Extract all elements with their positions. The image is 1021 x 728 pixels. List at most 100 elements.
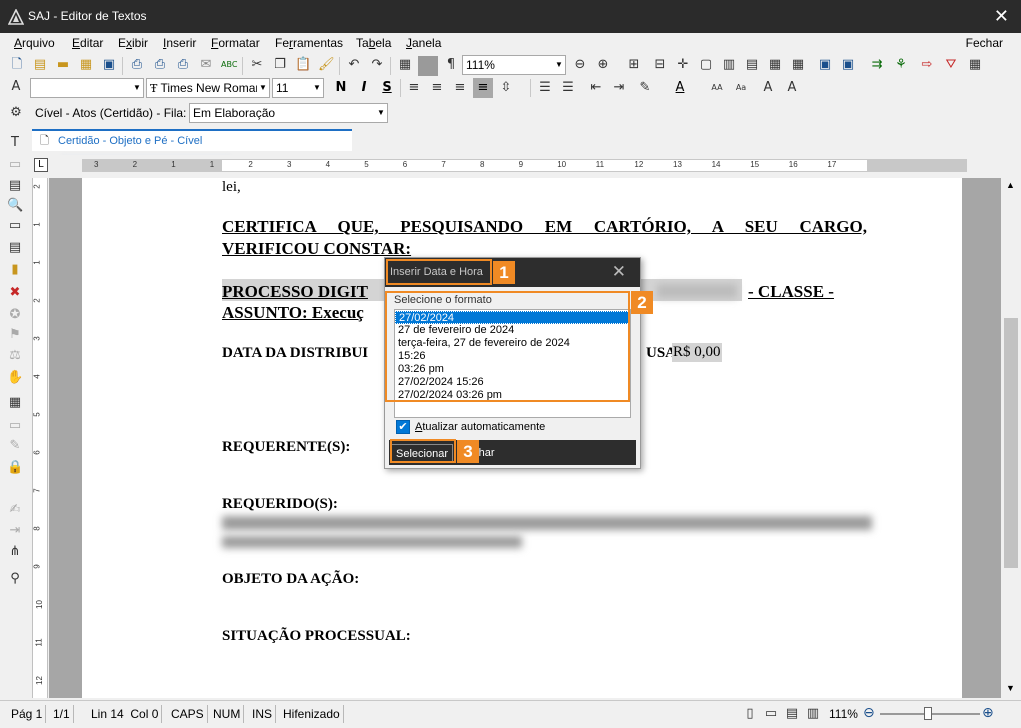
bold-button[interactable]: N — [333, 80, 349, 96]
menu-formatar[interactable]: Formatar — [211, 36, 260, 50]
tab-certidao[interactable]: 🗋 Certidão - Objeto e Pé - Cível — [32, 129, 352, 167]
print-icon[interactable]: ⎙ — [129, 57, 145, 73]
tab-stop-selector[interactable]: L — [34, 158, 48, 172]
remove-doc-icon[interactable]: ✖ — [7, 285, 23, 301]
zoom-in-status-icon[interactable]: ⊕ — [982, 704, 994, 721]
new-document-icon[interactable]: 🗋 — [9, 57, 25, 73]
dialog-close-icon[interactable]: ✕ — [612, 262, 626, 282]
menu-ferramentas[interactable]: Ferramentas — [275, 36, 343, 50]
print-setup-icon[interactable]: ⎙ — [175, 57, 191, 73]
fechar-menu[interactable]: Fechar — [966, 36, 1003, 50]
split-cells-icon[interactable]: ▤ — [744, 57, 760, 73]
calendar-icon[interactable]: ▦ — [7, 395, 23, 411]
lock-icon[interactable]: 🔒 — [7, 460, 23, 476]
save-icon[interactable]: ▣ — [101, 57, 117, 73]
send-icon[interactable]: ⇨ — [919, 57, 935, 73]
align-center-icon[interactable]: ≡ — [429, 80, 445, 96]
format-painter-icon[interactable]: 🖌 — [318, 57, 335, 73]
font-name-combo[interactable]: Ŧ Times New Romar ▼ — [146, 78, 270, 98]
merge-cells-icon[interactable]: ▥ — [721, 57, 737, 73]
frame-icon[interactable] — [418, 56, 438, 76]
replace-icon[interactable]: A — [784, 80, 800, 96]
auto-update-checkbox[interactable]: ✔ — [396, 420, 410, 434]
line-spacing-icon[interactable]: ⇳ — [498, 80, 514, 96]
view-twopage-icon[interactable]: ▭ — [763, 706, 779, 722]
zoom-out-icon[interactable]: ⊖ — [572, 57, 588, 73]
tag-icon[interactable]: ⚲ — [7, 571, 23, 587]
share-icon[interactable]: ⋔ — [7, 544, 23, 560]
zoom-out-status-icon[interactable]: ⊖ — [863, 704, 875, 721]
increase-indent-icon[interactable]: ⇥ — [611, 80, 627, 96]
zoom-slider-thumb[interactable] — [924, 707, 932, 720]
view-book-icon[interactable]: ▥ — [805, 706, 821, 722]
font-size-combo[interactable]: 11 ▼ — [272, 78, 324, 98]
align-right-icon[interactable]: ≡ — [452, 80, 468, 96]
menu-inserir[interactable]: Inserir — [163, 36, 196, 50]
form-icon[interactable]: ▤ — [7, 178, 23, 194]
cut-icon[interactable]: ✂ — [249, 57, 265, 73]
uppercase-icon[interactable]: AA — [709, 80, 725, 96]
highlight-icon[interactable]: ✎ — [637, 80, 653, 96]
layout-icon[interactable]: ▣ — [817, 57, 833, 73]
find-icon[interactable]: A — [760, 80, 776, 96]
menu-exibir[interactable]: Exibir — [118, 36, 148, 50]
email-icon[interactable]: ✉ — [198, 57, 214, 73]
view-page-icon[interactable]: ▯ — [742, 706, 758, 722]
layout-grid-icon[interactable]: ▣ — [840, 57, 856, 73]
styles-icon[interactable]: A — [8, 79, 24, 95]
table-borders-icon[interactable]: ▦ — [790, 57, 806, 73]
vertical-scrollbar[interactable]: ▲ ▼ — [1001, 178, 1021, 698]
align-left-icon[interactable]: ≡ — [406, 80, 422, 96]
scroll-down-icon[interactable]: ▼ — [1006, 683, 1015, 693]
paste-icon[interactable]: 📋 — [295, 57, 311, 73]
more-options-icon[interactable]: ▦ — [967, 57, 983, 73]
font-color-icon[interactable]: A — [672, 80, 688, 96]
menu-arquivo[interactable]: Arquivo — [14, 36, 55, 50]
cell-icon[interactable]: ▢ — [698, 57, 714, 73]
insert-row-icon[interactable]: ⊞ — [626, 57, 642, 73]
bookmark-icon[interactable]: ▮ — [7, 262, 23, 278]
doc-certifica-2: VERIFICOU CONSTAR: — [222, 239, 412, 258]
export-icon[interactable]: ⇉ — [869, 57, 885, 73]
table-icon[interactable]: ▦ — [397, 57, 413, 73]
decrease-indent-icon[interactable]: ⇤ — [588, 80, 604, 96]
lowercase-icon[interactable]: Aa — [733, 80, 749, 96]
folder-icon[interactable]: ▬ — [55, 57, 71, 73]
italic-button[interactable]: I — [356, 80, 372, 96]
underline-button[interactable]: S — [379, 80, 395, 96]
tree-icon[interactable]: ⚘ — [893, 57, 909, 73]
open-recent-icon[interactable]: ▦ — [78, 57, 94, 73]
list-doc-icon[interactable]: ▤ — [7, 240, 23, 256]
callout-highlight-title — [386, 259, 492, 285]
text-tool-icon[interactable]: T — [7, 135, 23, 151]
copy-icon[interactable]: ❐ — [272, 57, 288, 73]
fila-select[interactable]: Em Elaboração ▼ — [189, 103, 388, 123]
auto-update-label[interactable]: Atualizar automaticamente — [415, 421, 545, 433]
menu-tabela[interactable]: Tabela — [356, 36, 391, 50]
filter-icon[interactable]: ⛛ — [943, 57, 959, 73]
table-grid-icon[interactable]: ▦ — [767, 57, 783, 73]
pilcrow-icon[interactable]: ¶ — [443, 57, 459, 73]
redo-icon[interactable]: ↷ — [369, 57, 385, 73]
spellcheck-icon[interactable]: ABC — [221, 57, 237, 73]
open-folder-icon[interactable]: ▤ — [32, 57, 48, 73]
menu-janela[interactable]: Janela — [406, 36, 441, 50]
comment-icon[interactable]: ▭ — [7, 218, 23, 234]
cross-icon[interactable]: ✛ — [675, 57, 691, 73]
window-close-icon[interactable]: ✕ — [994, 5, 1009, 27]
menu-editar[interactable]: Editar — [72, 36, 103, 50]
zoom-combo[interactable]: 111% ▼ — [462, 55, 566, 75]
print-preview-icon[interactable]: ⎙ — [152, 57, 168, 73]
scroll-thumb[interactable] — [1004, 318, 1018, 568]
zoom-in-icon[interactable]: ⊕ — [595, 57, 611, 73]
view-web-icon[interactable]: ▤ — [784, 706, 800, 722]
scroll-up-icon[interactable]: ▲ — [1006, 180, 1015, 190]
bullet-list-icon[interactable]: ☰ — [537, 80, 553, 96]
search-document-icon[interactable]: 🔍 — [7, 198, 23, 214]
style-combo[interactable]: ▼ — [30, 78, 144, 98]
insert-column-icon[interactable]: ⊟ — [652, 57, 668, 73]
hand-icon: ✋ — [7, 370, 24, 385]
numbered-list-icon[interactable]: ☰ — [560, 80, 576, 96]
undo-icon[interactable]: ↶ — [346, 57, 362, 73]
justify-icon[interactable]: ≡ — [473, 78, 493, 98]
